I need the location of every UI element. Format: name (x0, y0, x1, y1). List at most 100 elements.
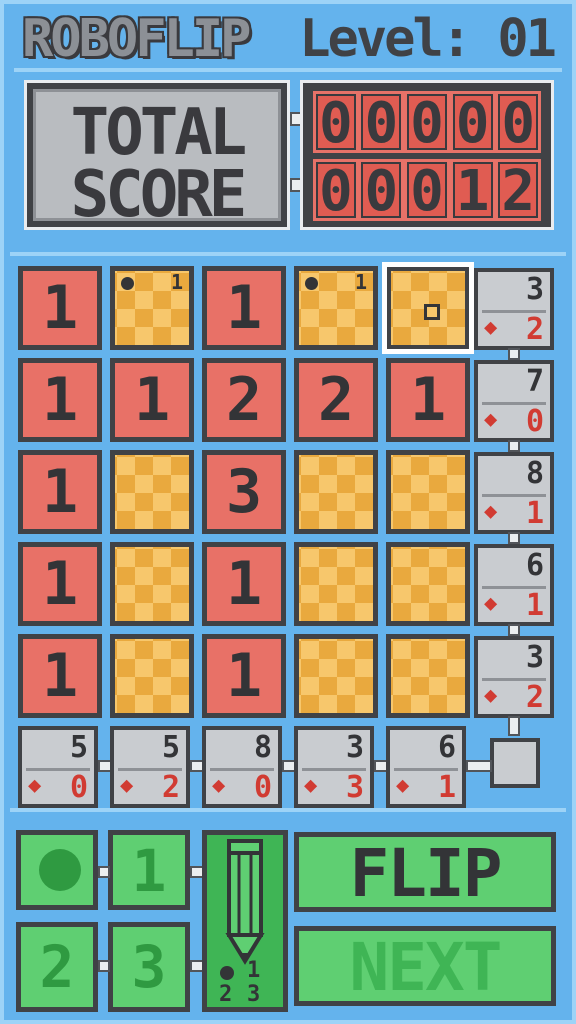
hint-bomb-count: 0 (69, 770, 88, 805)
current-digit: 0 (315, 162, 356, 220)
bomb-icon: ◆ (120, 773, 134, 798)
hint-box: 8 ◆ 0 (202, 726, 282, 808)
pencil-memo-3: 3 (247, 982, 261, 1007)
hint-bomb-count: 0 (525, 404, 544, 439)
total-digit: 0 (315, 94, 356, 152)
bomb-memo-icon (305, 277, 318, 290)
flipped-tile[interactable]: 3 (202, 450, 286, 534)
bomb-icon: ◆ (484, 407, 498, 432)
flipped-tile[interactable]: 1 (18, 542, 102, 626)
total-digit: 0 (498, 94, 539, 152)
memo-2-label: 2 (39, 933, 75, 1001)
hidden-tile[interactable] (110, 542, 194, 626)
wire (508, 440, 520, 452)
bomb-icon: ◆ (304, 773, 318, 798)
flipped-tile[interactable]: 1 (18, 358, 102, 442)
wire (98, 866, 110, 878)
total-score-label-box: TOTAL SCORE (24, 80, 290, 230)
hint-sum: 5 (161, 730, 180, 765)
memo-3-button[interactable]: 3 (108, 922, 190, 1012)
current-digit: 0 (361, 162, 402, 220)
current-digit: 1 (452, 162, 493, 220)
bomb-icon: ◆ (28, 773, 42, 798)
hint-bomb-count: 1 (525, 588, 544, 623)
tile-value: 1 (41, 641, 79, 711)
control-panel: 1 2 3 1 2 3 FLIP NEXT (10, 822, 566, 1018)
memo-bomb-button[interactable] (16, 830, 98, 910)
hidden-tile[interactable]: 1 (294, 266, 378, 350)
tile-value: 1 (225, 549, 263, 619)
tile-value: 1 (41, 457, 79, 527)
hint-box: 7 ◆ 0 (474, 360, 554, 442)
hint-sum: 3 (525, 640, 544, 675)
hint-sum: 8 (525, 456, 544, 491)
hint-box: 6 ◆ 1 (386, 726, 466, 808)
flip-label: FLIP (349, 835, 503, 912)
hidden-tile[interactable] (294, 542, 378, 626)
hidden-tile[interactable] (110, 634, 194, 718)
hidden-tile[interactable] (386, 634, 470, 718)
bomb-icon: ◆ (484, 591, 498, 616)
flipped-tile[interactable]: 1 (18, 450, 102, 534)
hint-bomb-count: 3 (345, 770, 364, 805)
score-panel: TOTAL SCORE 0 0 0 0 0 0 0 0 1 2 (10, 72, 566, 244)
bomb-memo-icon (39, 849, 81, 891)
current-digit: 2 (498, 162, 539, 220)
total-digit: 0 (452, 94, 493, 152)
flip-button[interactable]: FLIP (294, 832, 556, 912)
game-title: ROBOFLIP (22, 9, 251, 69)
hint-box: 3 ◆ 2 (474, 636, 554, 718)
tile-value: 2 (225, 365, 263, 435)
next-label: NEXT (349, 929, 503, 1006)
tile-value: 1 (41, 365, 79, 435)
memo-1-button[interactable]: 1 (108, 830, 190, 910)
flipped-tile[interactable]: 1 (202, 634, 286, 718)
hint-sum: 7 (525, 364, 544, 399)
flipped-tile[interactable]: 1 (202, 542, 286, 626)
next-button[interactable]: NEXT (294, 926, 556, 1006)
flipped-tile[interactable]: 2 (202, 358, 286, 442)
tile-memo: 1 (354, 270, 367, 294)
pencil-memo-2: 2 (219, 982, 233, 1007)
flipped-tile[interactable]: 1 (386, 358, 470, 442)
bomb-icon: ◆ (484, 315, 498, 340)
hidden-tile[interactable] (294, 634, 378, 718)
flipped-tile[interactable]: 2 (294, 358, 378, 442)
flipped-tile[interactable]: 1 (110, 358, 194, 442)
current-digit: 0 (406, 162, 447, 220)
hint-bomb-count: 1 (525, 496, 544, 531)
tile-value: 2 (317, 365, 355, 435)
hidden-tile[interactable] (386, 450, 470, 534)
hint-box: 6 ◆ 1 (474, 544, 554, 626)
wire (466, 760, 492, 772)
memo-mode-button[interactable]: 1 2 3 (202, 830, 288, 1012)
memo-2-button[interactable]: 2 (16, 922, 98, 1012)
hint-bomb-count: 0 (253, 770, 272, 805)
bomb-icon: ◆ (396, 773, 410, 798)
hint-sum: 5 (69, 730, 88, 765)
current-score-digits: 0 0 0 1 2 (313, 159, 541, 221)
flipped-tile[interactable]: 1 (18, 634, 102, 718)
hint-box: 3 ◆ 2 (474, 268, 554, 350)
wire (508, 348, 520, 360)
total-score-digits: 0 0 0 0 0 (313, 91, 541, 153)
hidden-tile[interactable] (110, 450, 194, 534)
selection-cursor (382, 262, 474, 354)
flipped-tile[interactable]: 1 (202, 266, 286, 350)
memo-1-label: 1 (131, 837, 167, 905)
flipped-tile[interactable]: 1 (18, 266, 102, 350)
total-digit: 0 (406, 94, 447, 152)
score-digits-box: 0 0 0 0 0 0 0 0 1 2 (300, 80, 554, 230)
pencil-memo-1: 1 (247, 958, 261, 983)
hidden-tile[interactable] (386, 542, 470, 626)
tile-value: 1 (409, 365, 447, 435)
hint-bomb-count: 1 (437, 770, 456, 805)
tile-value: 1 (225, 273, 263, 343)
hidden-tile[interactable] (294, 450, 378, 534)
hidden-tile[interactable]: 1 (110, 266, 194, 350)
total-digit: 0 (361, 94, 402, 152)
wire (508, 716, 520, 736)
level-value: 01 (497, 9, 557, 69)
hint-sum: 6 (525, 548, 544, 583)
bomb-icon: ◆ (484, 499, 498, 524)
